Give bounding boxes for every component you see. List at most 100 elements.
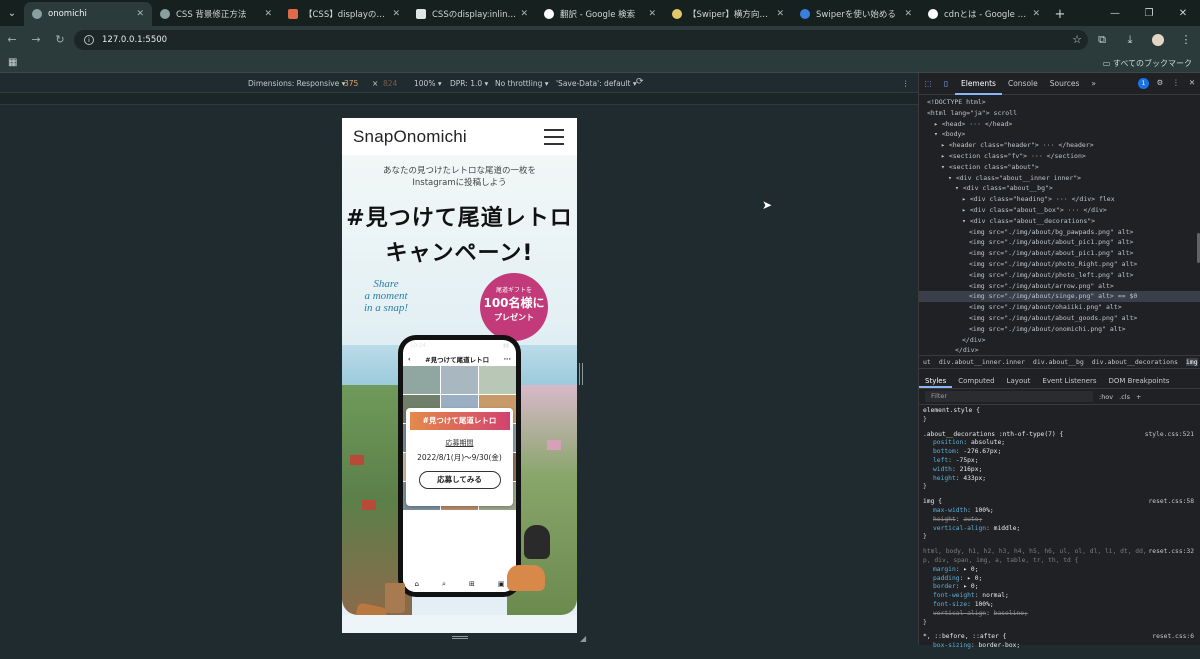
extensions-icon[interactable]: ⧉ (1088, 33, 1116, 47)
close-icon[interactable]: ✕ (136, 9, 144, 19)
device-menu-icon[interactable]: ⋮ (902, 79, 910, 88)
dom-node-line[interactable]: <img src="./img/about/about_goods.png" a… (919, 313, 1200, 324)
css-declaration[interactable]: width: 216px; (923, 466, 1196, 475)
tab-onomichi[interactable]: onomichi ✕ (24, 2, 152, 26)
dom-node-line[interactable]: <img src="./img/about/arrow.png" alt> (919, 281, 1200, 292)
tab-console[interactable]: Console (1002, 73, 1044, 95)
breadcrumb-item[interactable]: div.about__decorations (1092, 358, 1178, 366)
css-declaration[interactable]: height: auto; (923, 516, 1196, 525)
download-icon[interactable]: ⤓ (1116, 33, 1144, 47)
css-declaration[interactable]: margin: ▸ 0; (923, 566, 1196, 575)
dom-node-line[interactable]: ▸ <head> ··· </head> (919, 119, 1200, 130)
close-devtools-icon[interactable]: ✕ (1184, 78, 1200, 89)
menu-kebab-icon[interactable]: ⋮ (1172, 33, 1200, 46)
css-declaration[interactable]: position: absolute; (923, 439, 1196, 448)
css-declaration[interactable]: vertical-align: middle; (923, 525, 1196, 534)
subtab-layout[interactable]: Layout (1001, 373, 1037, 388)
resize-corner-icon[interactable]: ◢ (580, 634, 586, 643)
tab-swiper-start[interactable]: Swiperを使い始める ✕ (792, 2, 920, 26)
subtab-dom-breakpoints[interactable]: DOM Breakpoints (1103, 373, 1176, 388)
dom-node-line[interactable]: <img src="./img/about/ohaiiki.png" alt> (919, 302, 1200, 313)
css-declaration[interactable]: bottom: -276.67px; (923, 448, 1196, 457)
dom-node-line[interactable]: </div> (919, 345, 1200, 355)
breadcrumb-item[interactable]: div.about__bg (1033, 358, 1084, 366)
dom-node-line[interactable]: <img src="./img/about/onomichi.png" alt> (919, 324, 1200, 335)
hov-toggle[interactable]: :hov (1099, 393, 1113, 401)
dom-node-line[interactable]: <html lang="ja"> scroll (919, 108, 1200, 119)
css-declaration[interactable]: height: 433px; (923, 475, 1196, 484)
restore-icon[interactable]: ❐ (1132, 8, 1166, 19)
all-bookmarks-link[interactable]: ▭ すべてのブックマーク (1103, 58, 1192, 69)
tab-swiper-loop[interactable]: 【Swiper】横方向に流れ続 ✕ (664, 2, 792, 26)
css-source-link[interactable]: reset.css:58 (1149, 498, 1195, 507)
breadcrumb-item[interactable]: div.about__inner.inner (939, 358, 1025, 366)
forward-icon[interactable]: → (24, 33, 48, 46)
close-icon[interactable]: ✕ (264, 9, 272, 19)
more-tabs-icon[interactable]: » (1085, 73, 1102, 95)
dom-node-line[interactable]: <img src="./img/about/singe.png" alt> ==… (919, 291, 1200, 303)
css-declaration[interactable]: left: -75px; (923, 457, 1196, 466)
css-selector[interactable]: element.style { (923, 407, 1196, 416)
dom-node-line[interactable]: ▸ <header class="header"> ··· </header> (919, 140, 1200, 151)
dom-node-line[interactable]: </div> (919, 335, 1200, 346)
close-window-icon[interactable]: ✕ (1166, 8, 1200, 19)
site-info-icon[interactable]: i (84, 35, 94, 45)
tab-css-display[interactable]: 【CSS】displayの使い方を網 ✕ (280, 2, 408, 26)
css-declaration[interactable]: font-weight: normal; (923, 592, 1196, 601)
css-declaration[interactable]: padding: ▸ 0; (923, 575, 1196, 584)
dom-node-line[interactable]: ▸ <div class="heading"> ··· </div> flex (919, 194, 1200, 205)
resize-handle-right[interactable] (579, 363, 583, 385)
url-bar[interactable]: i 127.0.0.1:5500 ☆ (74, 30, 1088, 50)
device-toggle-icon[interactable]: ▯ (937, 79, 955, 88)
dom-node-line[interactable]: <img src="./img/about/photo_left.png" al… (919, 270, 1200, 281)
dom-node-line[interactable]: <img src="./img/about/about_pic1.png" al… (919, 237, 1200, 248)
cls-toggle[interactable]: .cls (1119, 393, 1130, 401)
dpr-select[interactable]: DPR: 1.0 ▾ (450, 79, 488, 88)
subtab-styles[interactable]: Styles (919, 373, 953, 388)
css-source-link[interactable]: reset.css:6 (1152, 633, 1194, 642)
dom-node-line[interactable]: ▾ <div class="about__decorations"> (919, 216, 1200, 227)
throttle-select[interactable]: No throttling ▾ (495, 79, 549, 88)
minimize-icon[interactable]: — (1098, 8, 1132, 19)
dom-node-line[interactable]: <!DOCTYPE html> (919, 97, 1200, 108)
back-icon[interactable]: ← (0, 33, 24, 46)
close-icon[interactable]: ✕ (1032, 9, 1040, 19)
resize-handle-bottom[interactable] (452, 636, 468, 639)
tab-google-translate[interactable]: 翻訳 - Google 検索 ✕ (536, 2, 664, 26)
bookmark-star-icon[interactable]: ☆ (1072, 33, 1082, 46)
css-declaration[interactable]: font-size: 100%; (923, 601, 1196, 610)
close-icon[interactable]: ✕ (520, 9, 528, 19)
dom-node-line[interactable]: <img src="./img/about/about_pic1.png" al… (919, 248, 1200, 259)
dom-node-line[interactable]: ▸ <div class="about__box"> ··· </div> (919, 205, 1200, 216)
add-rule-icon[interactable]: + (1136, 393, 1141, 401)
settings-icon[interactable]: ⚙ (1152, 78, 1168, 89)
dimensions-select[interactable]: Dimensions: Responsive ▾ (248, 79, 345, 88)
hamburger-menu-icon[interactable] (544, 129, 564, 150)
dom-node-line[interactable]: ▾ <div class="about__bg"> (919, 183, 1200, 194)
breadcrumb-item[interactable]: ut (923, 358, 931, 366)
tab-css-background[interactable]: CSS 背景修正方法 ✕ (152, 2, 280, 26)
close-icon[interactable]: ✕ (392, 9, 400, 19)
css-declaration[interactable]: vertical-align: baseline; (923, 610, 1196, 619)
tab-elements[interactable]: Elements (955, 73, 1002, 95)
apps-grid-icon[interactable]: ▦ (8, 57, 17, 68)
filter-input[interactable]: Filter (925, 391, 1093, 402)
new-tab-button[interactable]: + (1048, 2, 1072, 26)
close-icon[interactable]: ✕ (776, 9, 784, 19)
avatar[interactable] (1152, 33, 1164, 46)
breadcrumb-item[interactable]: img (1185, 358, 1198, 366)
subtab-computed[interactable]: Computed (952, 373, 1000, 388)
tab-inline-block[interactable]: CSSのdisplay:inline-block ✕ (408, 2, 536, 26)
subtab-event-listeners[interactable]: Event Listeners (1036, 373, 1102, 388)
dom-node-line[interactable]: <img src="./img/about/photo_Right.png" a… (919, 259, 1200, 270)
issues-badge[interactable]: 1 (1138, 78, 1149, 89)
apply-button[interactable]: 応募してみる (418, 471, 501, 489)
dom-node-line[interactable]: ▾ <section class="about"> (919, 162, 1200, 173)
zoom-select[interactable]: 100% ▾ (414, 79, 442, 88)
dom-node-line[interactable]: ▾ <div class="about__inner inner"> (919, 173, 1200, 184)
site-logo[interactable]: SnapOnomichi (353, 127, 467, 147)
dom-node-line[interactable]: <img src="./img/about/bg_pawpads.png" al… (919, 227, 1200, 238)
kebab-icon[interactable]: ⋮ (1168, 78, 1184, 89)
dom-node-line[interactable]: ▾ <body> (919, 129, 1200, 140)
rotate-icon[interactable]: ⟳ (636, 77, 644, 87)
